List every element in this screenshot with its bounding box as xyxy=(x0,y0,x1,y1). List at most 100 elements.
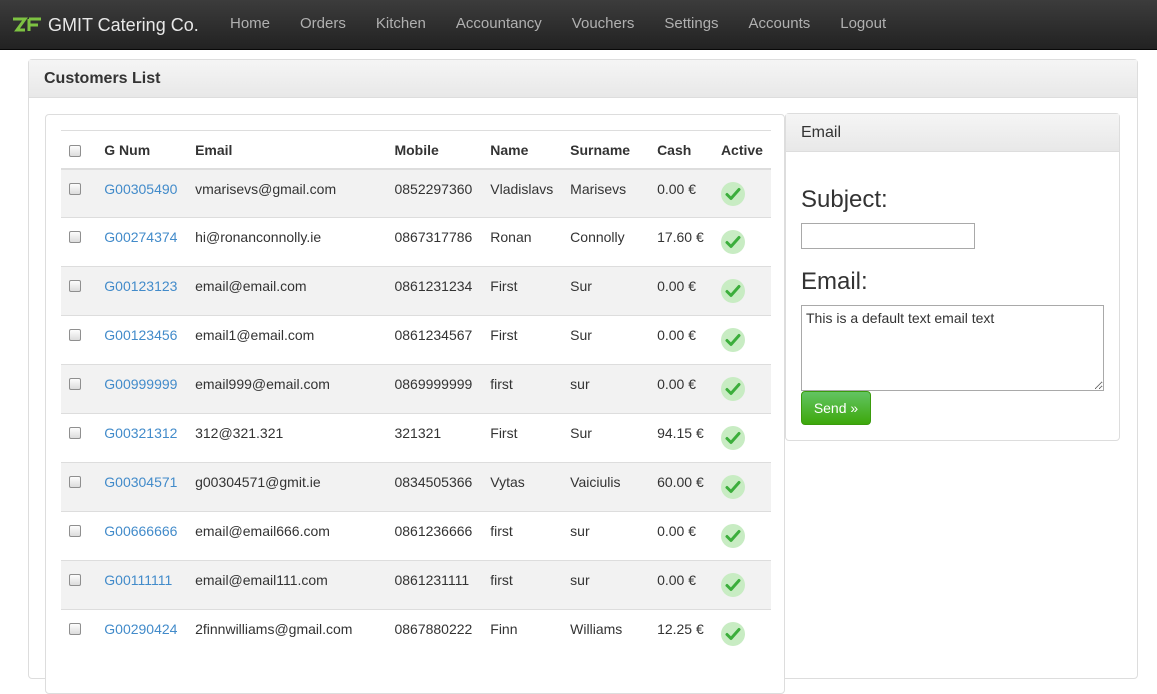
row-checkbox[interactable] xyxy=(69,231,81,243)
gnum-cell: G00290424 xyxy=(96,609,188,659)
gnum-cell: G00111111 xyxy=(96,560,188,610)
gnum-cell: G00305490 xyxy=(96,168,188,218)
email-cell: email@email.com xyxy=(187,266,387,316)
cash-cell: 0.00 € xyxy=(649,364,713,414)
row-select-cell xyxy=(61,266,97,316)
check-icon xyxy=(720,475,745,499)
gnum-link[interactable]: G00290424 xyxy=(104,621,177,637)
row-checkbox[interactable] xyxy=(69,476,81,488)
name-cell: Ronan xyxy=(482,217,563,267)
zf-logo-icon xyxy=(13,17,41,32)
header-cash[interactable]: Cash xyxy=(649,130,713,170)
name-cell: Vladislavs xyxy=(482,168,563,218)
mobile-cell: 0852297360 xyxy=(386,168,483,218)
check-icon xyxy=(720,230,745,254)
header-name[interactable]: Name xyxy=(482,130,563,170)
surname-cell: Vaiciulis xyxy=(562,462,650,512)
header-email[interactable]: Email xyxy=(187,130,387,170)
gnum-link[interactable]: G00305490 xyxy=(104,181,177,197)
email-cell: hi@ronanconnolly.ie xyxy=(187,217,387,267)
header-surname[interactable]: Surname xyxy=(562,130,650,170)
navbar: GMIT Catering Co. Home Orders Kitchen Ac… xyxy=(0,0,1157,50)
gnum-link[interactable]: G00666666 xyxy=(104,523,177,539)
surname-cell: Sur xyxy=(562,413,650,463)
gnum-link[interactable]: G00123456 xyxy=(104,327,177,343)
gnum-link[interactable]: G00999999 xyxy=(104,376,177,392)
row-select-cell xyxy=(61,364,97,414)
row-select-cell xyxy=(61,413,97,463)
nav-accountancy[interactable]: Accountancy xyxy=(441,0,557,50)
active-cell xyxy=(712,217,771,267)
table-row: G00666666 email@email666.com 0861236666 … xyxy=(61,511,771,561)
header-active[interactable]: Active xyxy=(712,130,771,170)
customers-table-container: G Num Email Mobile Name Surname Cash Act… xyxy=(45,114,785,694)
mobile-cell: 0861231234 xyxy=(386,266,483,316)
cash-cell: 60.00 € xyxy=(649,462,713,512)
email-panel-title: Email xyxy=(786,114,1119,152)
table-row: G00290424 2finnwilliams@gmail.com 086788… xyxy=(61,609,771,659)
row-checkbox[interactable] xyxy=(69,574,81,586)
active-cell xyxy=(712,560,771,610)
row-select-cell xyxy=(61,168,97,218)
mobile-cell: 0867317786 xyxy=(386,217,483,267)
row-select-cell xyxy=(61,609,97,659)
active-cell xyxy=(712,266,771,316)
row-checkbox[interactable] xyxy=(69,623,81,635)
mobile-cell: 0867880222 xyxy=(386,609,483,659)
row-select-cell xyxy=(61,315,97,365)
nav-orders[interactable]: Orders xyxy=(285,0,361,50)
cash-cell: 0.00 € xyxy=(649,315,713,365)
name-cell: First xyxy=(482,315,563,365)
gnum-link[interactable]: G00321312 xyxy=(104,425,177,441)
row-checkbox[interactable] xyxy=(69,427,81,439)
active-cell xyxy=(712,609,771,659)
gnum-link[interactable]: G00304571 xyxy=(104,474,177,490)
surname-cell: Marisevs xyxy=(562,168,650,218)
mobile-cell: 321321 xyxy=(386,413,483,463)
nav-home[interactable]: Home xyxy=(215,0,285,50)
nav-logout[interactable]: Logout xyxy=(825,0,901,50)
cash-cell: 12.25 € xyxy=(649,609,713,659)
select-all-header xyxy=(61,130,97,170)
surname-cell: sur xyxy=(562,364,650,414)
send-button[interactable]: Send » xyxy=(801,391,871,425)
row-checkbox[interactable] xyxy=(69,378,81,390)
surname-cell: sur xyxy=(562,511,650,561)
page-title: Customers List xyxy=(29,60,1137,98)
gnum-link[interactable]: G00274374 xyxy=(104,229,177,245)
email-body-textarea[interactable] xyxy=(801,305,1104,391)
nav-settings[interactable]: Settings xyxy=(649,0,733,50)
brand[interactable]: GMIT Catering Co. xyxy=(12,0,199,50)
surname-cell: Connolly xyxy=(562,217,650,267)
row-checkbox[interactable] xyxy=(69,525,81,537)
check-icon xyxy=(720,622,745,646)
table-row: G00123123 email@email.com 0861231234 Fir… xyxy=(61,266,771,316)
nav-vouchers[interactable]: Vouchers xyxy=(557,0,650,50)
surname-cell: Sur xyxy=(562,266,650,316)
active-cell xyxy=(712,315,771,365)
email-cell: email@email666.com xyxy=(187,511,387,561)
header-gnum[interactable]: G Num xyxy=(96,130,188,170)
gnum-cell: G00666666 xyxy=(96,511,188,561)
gnum-link[interactable]: G00123123 xyxy=(104,278,177,294)
email-cell: email1@email.com xyxy=(187,315,387,365)
customers-panel: Customers List G Num Email Mobile Name S… xyxy=(28,59,1138,694)
row-checkbox[interactable] xyxy=(69,182,81,195)
cash-cell: 0.00 € xyxy=(649,168,713,218)
check-icon xyxy=(720,328,745,352)
check-icon xyxy=(720,426,745,450)
nav-kitchen[interactable]: Kitchen xyxy=(361,0,441,50)
check-icon xyxy=(720,181,745,206)
row-checkbox[interactable] xyxy=(69,329,81,341)
nav-menu: Home Orders Kitchen Accountancy Vouchers… xyxy=(215,0,901,50)
table-row: G00123456 email1@email.com 0861234567 Fi… xyxy=(61,315,771,365)
gnum-link[interactable]: G00111111 xyxy=(104,572,172,588)
header-mobile[interactable]: Mobile xyxy=(386,130,483,170)
name-cell: first xyxy=(482,364,563,414)
row-select-cell xyxy=(61,560,97,610)
subject-input[interactable] xyxy=(801,223,975,249)
select-all-checkbox[interactable] xyxy=(69,144,81,157)
nav-accounts[interactable]: Accounts xyxy=(734,0,826,50)
gnum-cell: G00304571 xyxy=(96,462,188,512)
row-checkbox[interactable] xyxy=(69,280,81,292)
